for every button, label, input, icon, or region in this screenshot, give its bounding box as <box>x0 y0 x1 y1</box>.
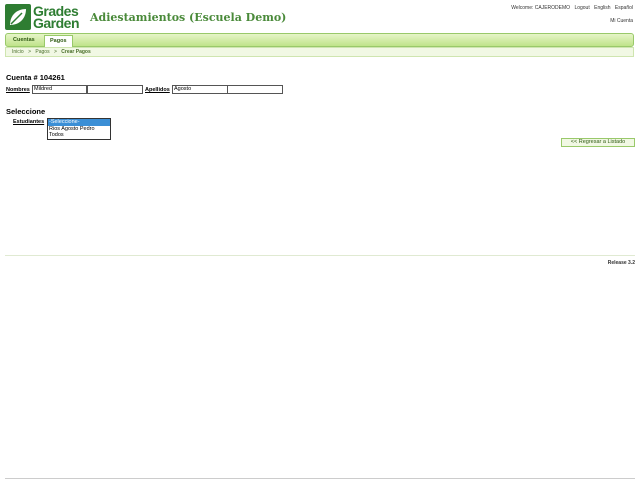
listbox-option[interactable]: Todos <box>48 132 110 139</box>
english-link[interactable]: English <box>594 5 610 11</box>
nombres-field-2[interactable] <box>87 85 143 94</box>
leaf-logo-icon <box>5 4 31 30</box>
breadcrumb-inicio[interactable]: Inicio <box>12 49 24 55</box>
welcome-text: Welcome: CAJERODEMO <box>511 5 571 11</box>
espanol-link[interactable]: Español <box>615 5 633 11</box>
tab-cuentas[interactable]: Cuentas <box>8 35 40 46</box>
apellidos-field-2[interactable] <box>227 85 283 94</box>
estudiantes-listbox[interactable]: -Seleccione- Rios Agosto Pedro Todos <box>47 118 111 140</box>
release-text: Release 3.2 <box>607 260 635 266</box>
main-nav: Cuentas Pagos <box>5 33 634 48</box>
nombres-label: Nombres <box>6 87 30 93</box>
grades-garden-logo[interactable]: Grades Garden <box>5 4 80 31</box>
seleccione-title: Seleccione <box>6 107 46 116</box>
nombres-field[interactable]: Mildred <box>32 85 87 94</box>
footer-divider <box>5 255 635 256</box>
breadcrumb: Inicio > Pagos > Crear Pagos <box>5 47 634 57</box>
logo-line2: Garden <box>33 15 80 31</box>
bottom-border <box>5 478 635 479</box>
logout-link[interactable]: Logout <box>574 5 589 11</box>
apellidos-label: Apellidos <box>145 87 170 93</box>
estudiantes-label: Estudiantes <box>13 119 45 125</box>
apellidos-field[interactable]: Agosto <box>172 85 228 94</box>
school-title: Adiestamientos (Escuela Demo) <box>90 11 287 24</box>
top-links: Welcome: CAJERODEMO Logout English Españ… <box>508 5 633 11</box>
chevron-right-icon: > <box>28 49 31 55</box>
chevron-right-icon: > <box>53 49 57 55</box>
breadcrumb-current: Crear Pagos <box>61 49 91 55</box>
logo-text: Grades Garden <box>33 4 80 31</box>
back-to-list-button[interactable]: << Regresar a Listado <box>561 138 635 147</box>
mi-cuenta-link[interactable]: Mi Cuenta <box>610 18 633 24</box>
account-title: Cuenta # 104261 <box>6 73 65 82</box>
breadcrumb-pagos[interactable]: Pagos <box>35 49 49 55</box>
